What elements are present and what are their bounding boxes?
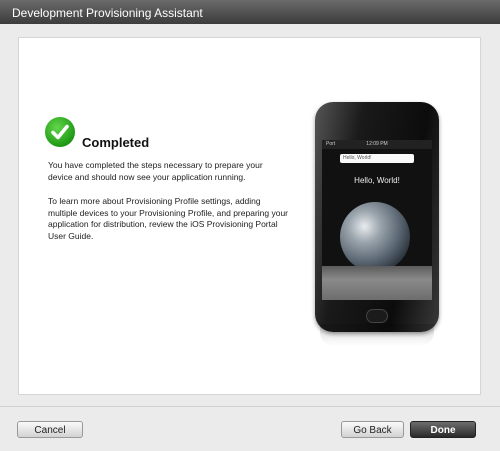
go-back-button[interactable]: Go Back — [341, 421, 404, 438]
moon-surface-image — [322, 266, 432, 300]
footer-divider — [0, 406, 500, 407]
phone-hello-label: Hello, World! — [354, 176, 400, 185]
phone-clock: 12:09 PM — [366, 141, 388, 147]
phone-reflection — [320, 324, 434, 346]
phone-home-button — [366, 309, 388, 323]
done-button[interactable]: Done — [410, 421, 476, 438]
phone-text-field: Hello, World! — [340, 154, 414, 163]
learn-more-message: To learn more about Provisioning Profile… — [48, 196, 289, 241]
earth-image — [340, 202, 410, 272]
completed-heading: Completed — [82, 135, 150, 150]
checkmark-icon — [45, 117, 75, 147]
assistant-window: Development Provisioning Assistant Compl… — [0, 0, 500, 451]
phone-screen: Port 12:09 PM Hello, World! Hello, World… — [322, 140, 432, 300]
cancel-button[interactable]: Cancel — [17, 421, 83, 438]
completion-message: You have completed the steps necessary t… — [48, 160, 263, 182]
window-title: Development Provisioning Assistant — [0, 0, 500, 24]
phone-status-bar: Port 12:09 PM — [322, 140, 432, 149]
